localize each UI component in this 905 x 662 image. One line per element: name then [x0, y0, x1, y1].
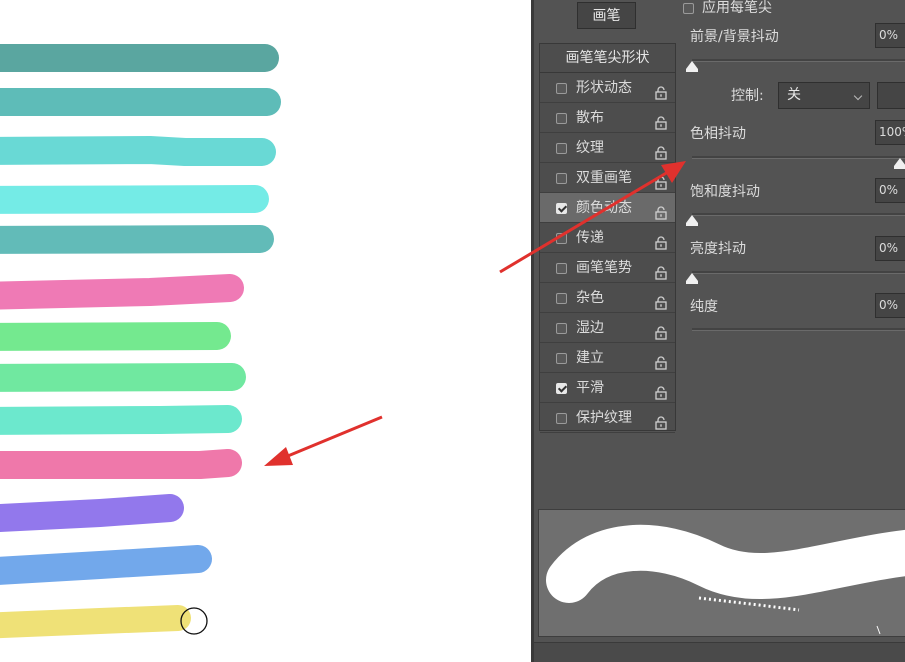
- brush-option-item[interactable]: 双重画笔: [540, 163, 675, 193]
- brush-tip-shape-header[interactable]: 画笔笔尖形状: [540, 44, 675, 73]
- stroke-10: [0, 449, 242, 479]
- brush-option-checkbox[interactable]: [556, 292, 567, 304]
- stroke-11: [0, 494, 184, 533]
- stroke-4: [0, 185, 269, 214]
- brush-option-label: 画笔笔势: [576, 260, 632, 276]
- lock-icon[interactable]: [655, 351, 667, 370]
- brush-option-checkbox[interactable]: [556, 322, 567, 334]
- arrow-left: [264, 415, 383, 466]
- hue-jitter-label: 色相抖动: [690, 126, 746, 142]
- stroke-9: [0, 405, 242, 435]
- brush-option-checkbox[interactable]: [556, 82, 567, 94]
- brush-option-label: 形状动态: [576, 80, 632, 96]
- brush-button[interactable]: 画笔: [577, 2, 636, 29]
- brightness-jitter-slider[interactable]: [686, 271, 905, 284]
- stroke-3: [0, 136, 276, 166]
- brush-option-checkbox[interactable]: [556, 262, 567, 274]
- fg-bg-jitter-value[interactable]: 0%: [875, 23, 905, 48]
- hue-jitter-slider[interactable]: [692, 156, 905, 169]
- lock-icon[interactable]: [655, 111, 667, 130]
- panel-bottom-bar: [534, 642, 905, 662]
- brush-option-item[interactable]: 画笔笔势: [540, 253, 675, 283]
- brush-option-checkbox[interactable]: [556, 172, 567, 184]
- preview-stroke: [546, 524, 905, 635]
- brush-option-item[interactable]: 纹理: [540, 133, 675, 163]
- purity-value[interactable]: 0%: [875, 293, 905, 318]
- brush-option-item[interactable]: 形状动态: [540, 73, 675, 103]
- lock-icon[interactable]: [655, 261, 667, 280]
- brush-option-checkbox[interactable]: [556, 142, 567, 154]
- stroke-8: [0, 363, 246, 392]
- brush-option-label: 颜色动态: [576, 200, 632, 216]
- lock-icon[interactable]: [655, 231, 667, 250]
- brush-option-item[interactable]: 传递: [540, 223, 675, 253]
- stroke-12: [0, 545, 212, 585]
- hue-jitter-thumb[interactable]: [894, 158, 905, 169]
- apply-per-tip-label: 应用每笔尖: [702, 0, 772, 16]
- stroke-13: [0, 605, 191, 639]
- brush-option-label: 平滑: [576, 380, 604, 396]
- brush-option-label: 双重画笔: [576, 170, 632, 186]
- brush-option-label: 保护纹理: [576, 410, 632, 426]
- saturation-jitter-slider[interactable]: [686, 213, 905, 226]
- control-select[interactable]: 关: [778, 82, 870, 109]
- brush-option-item[interactable]: 湿边: [540, 313, 675, 343]
- brush-option-label: 散布: [576, 110, 604, 126]
- stroke-6: [0, 274, 244, 310]
- control-label: 控制:: [731, 88, 764, 104]
- lock-icon[interactable]: [655, 81, 667, 100]
- brightness-jitter-thumb[interactable]: [686, 273, 698, 284]
- brush-option-item[interactable]: 颜色动态: [540, 193, 675, 223]
- lock-icon[interactable]: [655, 291, 667, 310]
- brush-option-item[interactable]: 建立: [540, 343, 675, 373]
- lock-icon[interactable]: [655, 381, 667, 400]
- stroke-7: [0, 322, 231, 351]
- lock-icon[interactable]: [655, 171, 667, 190]
- lock-icon[interactable]: [655, 201, 667, 220]
- brush-option-checkbox[interactable]: [556, 112, 567, 124]
- brush-option-checkbox[interactable]: [556, 412, 567, 424]
- control-extra-field[interactable]: [877, 82, 905, 109]
- brush-option-label: 传递: [576, 230, 604, 246]
- brush-option-label: 湿边: [576, 320, 604, 336]
- hue-jitter-value[interactable]: 100%: [875, 120, 905, 145]
- brush-option-item[interactable]: 散布: [540, 103, 675, 133]
- brush-option-list: 画笔笔尖形状 形状动态散布纹理双重画笔颜色动态传递画笔笔势杂色湿边建立平滑保护纹…: [539, 43, 676, 433]
- saturation-jitter-thumb[interactable]: [686, 215, 698, 226]
- brush-option-label: 建立: [576, 350, 604, 366]
- strokes-layer: [0, 44, 383, 639]
- brush-option-item[interactable]: 平滑: [540, 373, 675, 403]
- apply-per-tip-checkbox[interactable]: [683, 2, 694, 14]
- saturation-jitter-value[interactable]: 0%: [875, 178, 905, 203]
- control-select-value: 关: [787, 87, 801, 103]
- lock-icon[interactable]: [655, 411, 667, 430]
- brush-option-checkbox[interactable]: [556, 232, 567, 244]
- brightness-jitter-value[interactable]: 0%: [875, 236, 905, 261]
- lock-icon[interactable]: [655, 321, 667, 340]
- brush-option-checkbox[interactable]: [556, 352, 567, 364]
- brush-option-label: 纹理: [576, 140, 604, 156]
- canvas[interactable]: [0, 0, 531, 662]
- fg-bg-jitter-label: 前景/背景抖动: [690, 29, 779, 45]
- brush-stroke-preview: [538, 509, 905, 637]
- brush-option-item[interactable]: 保护纹理: [540, 403, 675, 433]
- brush-option-checkbox[interactable]: [556, 202, 567, 214]
- chevron-down-icon: [853, 91, 863, 101]
- brush-option-label: 杂色: [576, 290, 604, 306]
- brush-settings-panel: 画笔 应用每笔尖 画笔笔尖形状 形状动态散布纹理双重画笔颜色动态传递画笔笔势杂色…: [534, 0, 905, 662]
- purity-label: 纯度: [690, 299, 718, 315]
- stroke-5: [0, 225, 274, 254]
- saturation-jitter-label: 饱和度抖动: [690, 184, 760, 200]
- purity-slider[interactable]: [692, 328, 905, 331]
- brightness-jitter-label: 亮度抖动: [690, 241, 746, 257]
- lock-icon[interactable]: [655, 141, 667, 160]
- fg-bg-jitter-slider[interactable]: [686, 59, 905, 72]
- apply-per-tip-row[interactable]: 应用每笔尖: [683, 0, 772, 18]
- brush-option-checkbox[interactable]: [556, 382, 567, 394]
- fg-bg-jitter-thumb[interactable]: [686, 61, 698, 72]
- brush-option-item[interactable]: 杂色: [540, 283, 675, 313]
